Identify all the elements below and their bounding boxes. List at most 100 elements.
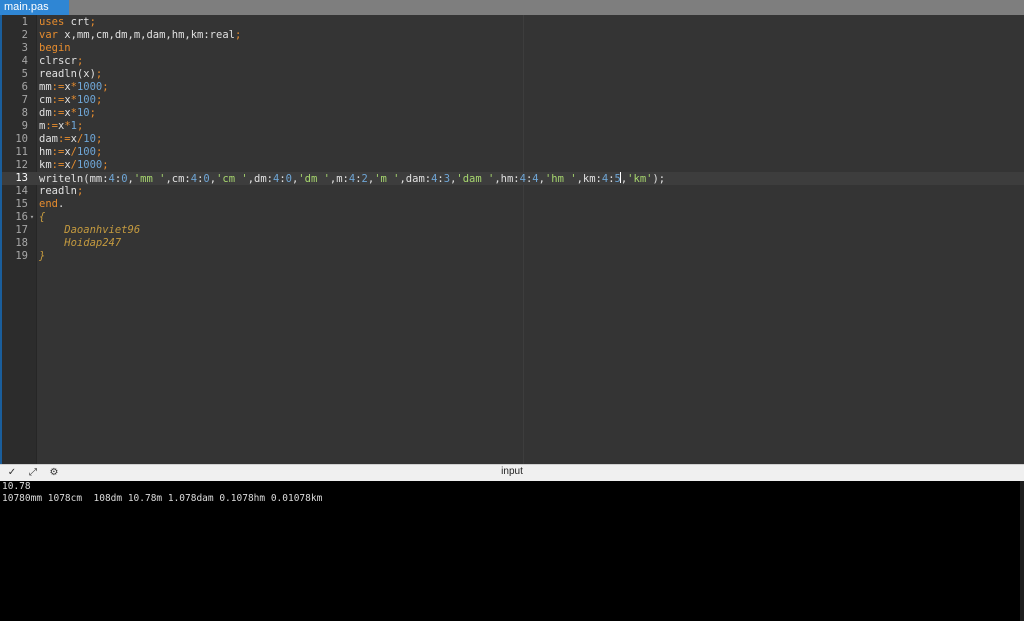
line-number: 11 (15, 146, 28, 158)
line-number: 15 (15, 198, 28, 210)
line-number: 6 (21, 81, 28, 93)
maximize-panel-icon[interactable]: ⤢ (25, 466, 41, 480)
code-line[interactable]: km:=x/1000; (39, 159, 109, 172)
tab-bar: main.pas (0, 0, 1024, 15)
code-editor[interactable]: 1 2 3 4 5 6 7 8 9 10 11 12 13 14 15 16 1… (0, 15, 1024, 464)
tab-main-pas[interactable]: main.pas (0, 0, 69, 15)
code-token: uses (39, 16, 65, 28)
console-line: 10780mm 1078cm 108dm 10.78m 1.078dam 0.1… (2, 493, 323, 504)
code-token: 10 (83, 133, 96, 145)
code-token: ; (76, 55, 84, 67)
code-token: ; (95, 133, 103, 145)
code-token: := (45, 120, 58, 132)
code-line[interactable]: Hoidap247 (39, 237, 121, 250)
code-token: ,cm: (165, 173, 191, 185)
code-token: crt (64, 16, 90, 28)
code-token: ,dam: (399, 173, 432, 185)
line-number: 9 (21, 120, 28, 132)
code-token: ; (102, 159, 109, 171)
code-token: writeln(mm: (39, 173, 109, 185)
code-token: dm (39, 107, 52, 119)
print-margin-line (523, 15, 524, 464)
code-token: ; (234, 29, 242, 41)
code-line[interactable]: dm:=x*10; (39, 107, 96, 120)
console-panel-header: input ✓ ⤢ ⚙ (0, 464, 1024, 481)
code-line[interactable]: uses crt; (39, 16, 96, 29)
code-token: readln(x) (39, 68, 96, 80)
code-line[interactable]: hm:=x/100; (39, 146, 102, 159)
code-token: . (57, 198, 65, 210)
line-number: 2 (21, 29, 28, 41)
code-token: ; (76, 185, 84, 197)
code-line[interactable]: begin (39, 42, 71, 55)
code-token: ; (95, 68, 103, 80)
line-number: 8 (21, 107, 28, 119)
code-token: x,mm,cm,dm,m,dam,hm,km:real (57, 29, 235, 41)
console-scrollbar[interactable] (1020, 481, 1024, 621)
code-token: 'dm ' (298, 173, 330, 185)
code-token: := (51, 94, 65, 106)
gutter-border (36, 15, 37, 464)
code-line[interactable]: clrscr; (39, 55, 83, 68)
code-token: := (57, 133, 71, 145)
code-token: begin (39, 42, 71, 54)
code-token: := (51, 159, 65, 171)
code-line[interactable]: Daoanhviet96 (39, 224, 140, 237)
code-line[interactable]: var x,mm,cm,dm,m,dam,hm,km:real; (39, 29, 241, 42)
code-token: := (51, 146, 65, 158)
code-token: ; (89, 107, 96, 119)
code-token: 'dam ' (456, 173, 495, 185)
code-line[interactable]: end. (39, 198, 64, 211)
ide-window: main.pas 1 2 3 4 5 6 7 8 9 10 11 12 13 1… (0, 0, 1024, 621)
code-line[interactable]: { (39, 211, 45, 224)
code-token: 'm ' (374, 173, 400, 185)
console-line: 10.78 (2, 481, 31, 492)
line-number: 5 (21, 68, 28, 80)
code-token: ,km: (576, 173, 602, 185)
code-line[interactable]: m:=x*1; (39, 120, 83, 133)
code-token: 'mm ' (133, 173, 166, 185)
code-token: } (39, 250, 46, 262)
code-token: 'km' (627, 173, 653, 185)
code-line[interactable]: mm:=x*1000; (39, 81, 109, 94)
line-number: 14 (15, 185, 28, 197)
collapse-panel-icon[interactable]: ✓ (4, 466, 20, 480)
settings-icon[interactable]: ⚙ (46, 466, 62, 480)
code-token: Hoidap247 (39, 237, 122, 249)
line-number: 4 (21, 55, 28, 67)
code-token: 'hm ' (544, 173, 577, 185)
line-number-active: 13 (15, 172, 28, 184)
code-line[interactable]: } (39, 250, 45, 263)
code-token: ; (95, 146, 103, 158)
line-number: 7 (21, 94, 28, 106)
code-token: km (39, 159, 52, 171)
code-token: ); (652, 173, 666, 185)
code-token: mm (39, 81, 52, 93)
code-token: := (51, 107, 65, 119)
code-token: 10 (76, 107, 90, 119)
code-line[interactable]: cm:=x*100; (39, 94, 102, 107)
code-token: ,m: (329, 173, 349, 185)
code-line-active[interactable]: writeln(mm:4:0,'mm ',cm:4:0,'cm ',dm:4:0… (39, 172, 665, 185)
fold-toggle-icon[interactable]: ▾ (28, 211, 36, 224)
code-token: hm (39, 146, 52, 158)
code-line[interactable]: readln; (39, 185, 83, 198)
code-token: 1000 (76, 81, 103, 93)
line-number: 10 (15, 133, 28, 145)
code-token: clrscr (39, 55, 77, 67)
line-number: 3 (21, 42, 28, 54)
code-token: dam (39, 133, 58, 145)
code-token: 100 (76, 94, 96, 106)
code-token: readln (39, 185, 77, 197)
panel-title: input (501, 466, 523, 477)
code-token: 1000 (76, 159, 103, 171)
code-line[interactable]: dam:=x/10; (39, 133, 102, 146)
line-number: 19 (15, 250, 28, 262)
line-number: 1 (21, 16, 28, 28)
code-token: ; (102, 81, 109, 93)
console-output[interactable]: 10.78 10780mm 1078cm 108dm 10.78m 1.078d… (0, 481, 1024, 621)
code-token: := (51, 81, 65, 93)
code-token: 100 (76, 146, 96, 158)
code-token: ,dm: (247, 173, 273, 185)
code-line[interactable]: readln(x); (39, 68, 102, 81)
